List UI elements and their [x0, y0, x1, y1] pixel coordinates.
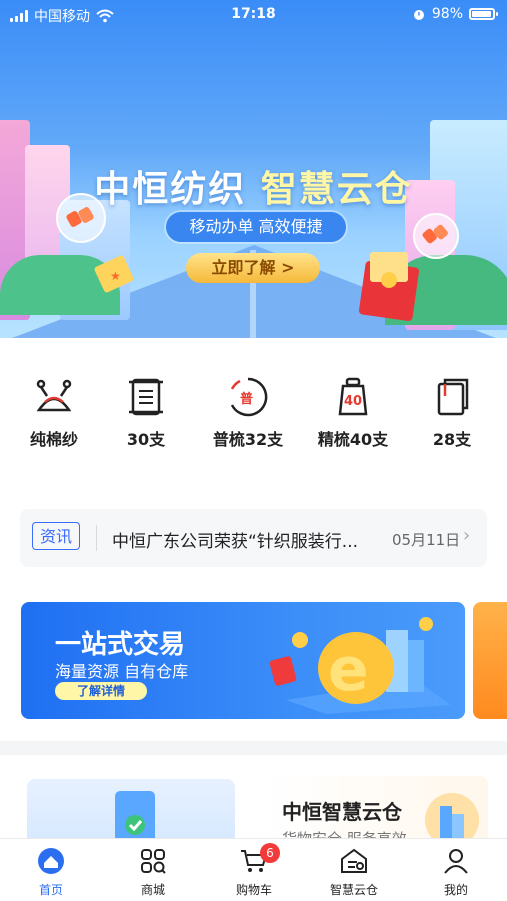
- alarm-icon: [413, 10, 424, 20]
- status-right: 98%: [412, 6, 498, 22]
- promo-banner[interactable]: 一站式交易 海量资源 自有仓库 了解详情 e: [21, 602, 465, 719]
- category-label: 30支: [126, 430, 166, 449]
- promo-details-button[interactable]: 了解详情: [55, 682, 147, 700]
- category-label: 纯棉纱: [29, 430, 78, 449]
- feature-card-warehouse[interactable]: 中恒智慧云仓 货物安全 服务高效: [264, 776, 488, 848]
- banner-title: 中恒纺织 智慧云仓: [0, 160, 507, 212]
- red-envelope-icon: [359, 252, 419, 321]
- bottom-tab-bar: 首页 商城 6 购物车 智慧云仓 我的: [0, 838, 507, 901]
- weight-icon: 40: [338, 377, 368, 416]
- tab-profile[interactable]: 我的: [416, 847, 496, 898]
- category-item-combed-40[interactable]: 40 精梳40支: [308, 376, 398, 450]
- e-commerce-illustration-icon: e: [269, 617, 451, 714]
- grid-icon: [141, 849, 166, 874]
- banner-title-main: 中恒纺织: [94, 169, 247, 210]
- banner-subtitle: 移动办单 高效便捷: [166, 212, 346, 242]
- battery-icon: [469, 8, 498, 20]
- tab-label: 购物车: [235, 883, 272, 897]
- category-row: 纯棉纱 30支 普 普梳32支 40 精梳40支 28支: [0, 376, 507, 466]
- tab-label: 商城: [140, 883, 165, 897]
- roll-icon: [437, 378, 469, 416]
- card-title: 中恒智慧云仓: [282, 800, 402, 824]
- weight-badge-text: 40: [344, 394, 362, 409]
- news-date: 05月11日: [392, 531, 461, 549]
- news-divider: [96, 525, 97, 551]
- home-icon: [38, 848, 64, 874]
- category-item-30[interactable]: 30支: [101, 376, 191, 450]
- category-label: 普梳32支: [212, 430, 284, 449]
- svg-text:e: e: [328, 635, 369, 705]
- tab-label: 我的: [443, 883, 468, 897]
- category-item-28[interactable]: 28支: [407, 376, 497, 450]
- news-headline[interactable]: 中恒广东公司荣获“针织服装行...: [112, 527, 382, 552]
- status-bar: 中国移动 17:18 98%: [0, 0, 507, 28]
- learn-more-button[interactable]: 立即了解 >: [186, 253, 320, 283]
- user-icon: [444, 849, 468, 874]
- tab-label: 智慧云仓: [329, 883, 378, 897]
- category-label: 精梳40支: [317, 430, 389, 449]
- tab-smart-warehouse[interactable]: 智慧云仓: [314, 847, 394, 898]
- tab-home[interactable]: 首页: [11, 847, 91, 898]
- promo-title: 一站式交易: [55, 630, 186, 660]
- tab-cart[interactable]: 6 购物车: [214, 843, 294, 898]
- section-gap: [0, 741, 507, 755]
- warehouse-icon: [341, 848, 367, 873]
- chevron-right-icon[interactable]: ›: [463, 525, 470, 546]
- cart-count-badge: 6: [260, 843, 280, 863]
- category-label: 28支: [432, 430, 472, 449]
- tab-label: 首页: [38, 883, 63, 897]
- tab-mall[interactable]: 商城: [113, 847, 193, 898]
- category-item-cotton-yarn[interactable]: 纯棉纱: [9, 376, 99, 450]
- svg-text:★: ★: [110, 269, 121, 283]
- news-tag: 资讯: [32, 522, 80, 550]
- hero-banner[interactable]: ★ 中恒纺织 智慧云仓 移动办单 高效便捷 立即了解 >: [0, 0, 507, 338]
- promo-subtitle: 海量资源 自有仓库: [55, 662, 189, 681]
- ticket-icon: ★: [94, 255, 134, 293]
- category-item-carded-32[interactable]: 普 普梳32支: [203, 376, 293, 450]
- banner-title-highlight: 智慧云仓: [260, 169, 413, 210]
- battery-percent: 98%: [431, 6, 463, 22]
- yarn-cone-icon: [36, 379, 72, 412]
- circle-badge-icon: 普: [230, 377, 268, 417]
- next-promo-peek[interactable]: [473, 602, 507, 719]
- circle-badge-text: 普: [240, 391, 253, 407]
- news-ticker[interactable]: 资讯 中恒广东公司荣获“针织服装行... 05月11日 ›: [20, 509, 487, 567]
- scroll-icon: [129, 378, 163, 416]
